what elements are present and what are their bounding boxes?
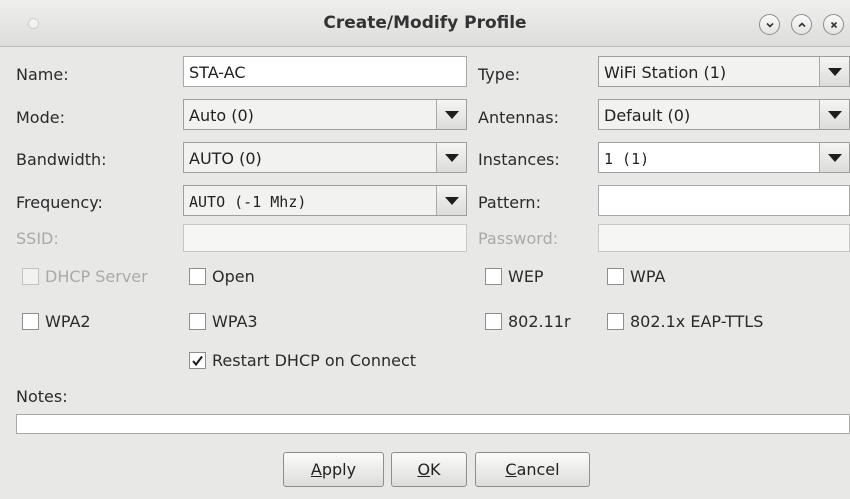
type-select-value: WiFi Station (1) [604,63,727,82]
mode-select[interactable]: Auto (0) [183,99,467,130]
wpa3-checkbox[interactable]: WPA3 [189,310,258,332]
bandwidth-select-value: AUTO (0) [189,149,262,168]
restart-dhcp-checkbox[interactable]: Restart DHCP on Connect [189,349,416,371]
profile-form: Name: STA-AC Type: WiFi Station (1) Mode… [0,48,850,499]
bandwidth-label: Bandwidth: [16,150,107,169]
mode-select-value: Auto (0) [189,106,254,125]
chevron-up-icon [797,21,806,27]
wep-label: WEP [508,266,544,286]
dropdown-arrow-icon[interactable] [819,57,849,86]
type-label: Type: [478,65,521,84]
wep-checkbox[interactable]: WEP [485,265,544,287]
dropdown-arrow-icon[interactable] [436,186,466,215]
frequency-select[interactable]: AUTO (-1 Mhz) [183,185,467,216]
open-label: Open [212,266,255,286]
wpa-checkbox[interactable]: WPA [607,265,665,287]
pattern-field[interactable] [598,185,850,216]
instances-select[interactable]: 1 (1) [598,142,850,173]
checkmark-icon [192,355,203,366]
checkbox-box [189,312,206,330]
frequency-select-value: AUTO (-1 Mhz) [189,193,307,211]
ok-label: K [430,460,441,479]
instances-label: Instances: [478,150,560,169]
wpa3-label: WPA3 [212,311,258,331]
title-bar: Create/Modify Profile [0,0,850,47]
ssid-label: SSID: [16,229,59,248]
apply-button[interactable]: Apply [283,452,384,487]
wpa2-checkbox[interactable]: WPA2 [22,310,91,332]
cancel-mnemonic: C [505,460,517,479]
ssid-field[interactable] [183,224,467,252]
antennas-select[interactable]: Default (0) [598,99,850,130]
dhcp-server-checkbox[interactable]: DHCP Server [22,265,148,287]
cancel-button[interactable]: Cancel [475,452,590,487]
open-checkbox[interactable]: Open [189,265,255,287]
checkbox-box [485,312,502,330]
mode-label: Mode: [16,108,65,127]
close-button[interactable] [823,14,844,35]
wpa-label: WPA [630,266,666,286]
dropdown-arrow-icon[interactable] [819,100,849,129]
checkbox-box [22,267,39,285]
minimize-button[interactable] [759,14,780,35]
eap-ttls-label: 802.1x EAP-TTLS [630,311,764,331]
ok-button[interactable]: OK [391,452,467,487]
checkbox-box [22,312,39,330]
instances-select-value: 1 (1) [604,150,650,168]
name-label: Name: [16,65,69,84]
checkbox-box [189,351,206,369]
notes-field[interactable] [16,414,850,434]
close-icon [830,21,837,28]
antennas-select-value: Default (0) [604,106,691,125]
checkbox-box [189,267,206,285]
80211r-label: 802.11r [508,311,571,331]
frequency-label: Frequency: [16,193,103,212]
restart-dhcp-label: Restart DHCP on Connect [212,350,417,370]
cancel-label: ancel [516,460,560,479]
password-label: Password: [478,229,559,248]
80211r-checkbox[interactable]: 802.11r [485,310,571,332]
chevron-down-icon [765,22,774,28]
wpa2-label: WPA2 [45,311,91,331]
password-field[interactable] [598,224,850,252]
pattern-label: Pattern: [478,193,541,212]
apply-mnemonic: A [310,460,322,479]
checkbox-box [607,312,624,330]
ok-mnemonic: O [417,460,431,479]
notes-label: Notes: [16,387,68,406]
apply-label: pply [321,460,357,479]
type-select[interactable]: WiFi Station (1) [598,56,850,87]
eap-ttls-checkbox[interactable]: 802.1x EAP-TTLS [607,310,763,332]
bandwidth-select[interactable]: AUTO (0) [183,142,467,173]
checkbox-box [485,267,502,285]
dropdown-arrow-icon[interactable] [436,100,466,129]
name-field[interactable]: STA-AC [183,56,467,87]
antennas-label: Antennas: [478,108,560,127]
window-title: Create/Modify Profile [323,13,527,33]
checkbox-box [607,267,624,285]
maximize-button[interactable] [791,14,812,35]
dhcp-server-label: DHCP Server [45,266,148,286]
dropdown-arrow-icon[interactable] [436,143,466,172]
dropdown-arrow-icon[interactable] [819,143,849,172]
